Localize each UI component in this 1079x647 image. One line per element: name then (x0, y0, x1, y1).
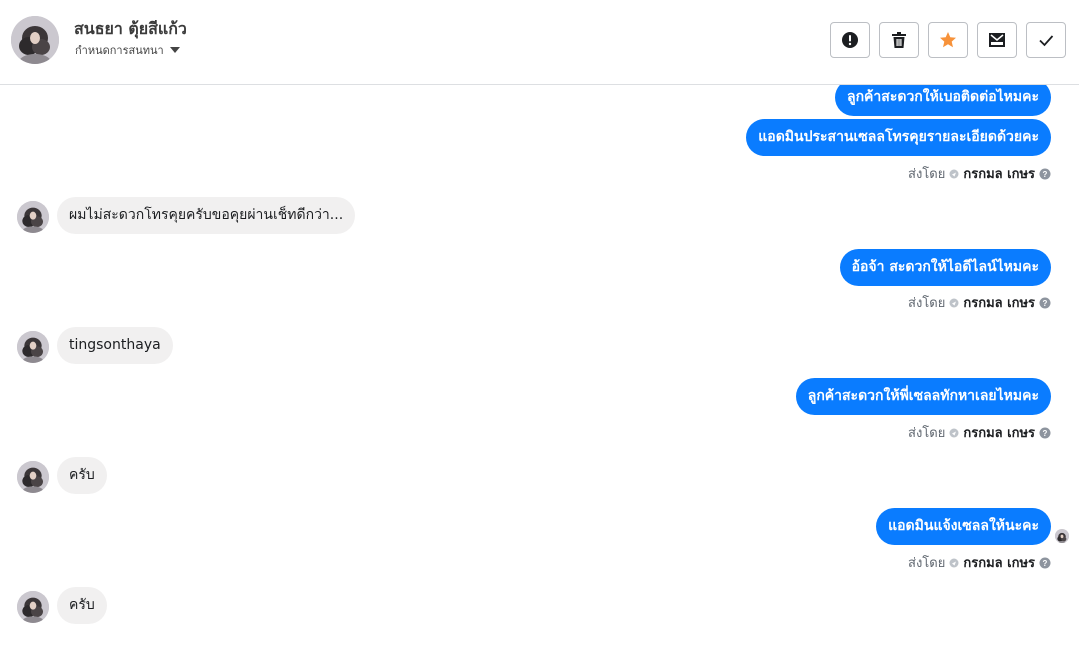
seen-avatar (1055, 529, 1069, 543)
page-badge-icon (949, 428, 959, 437)
sender-name[interactable]: กรกมล เกษร (963, 552, 1035, 573)
conversation-header: สนธยา ตุ้ยสีแก้ว กำหนดการสนทนา (0, 0, 1079, 85)
alert-icon (842, 32, 858, 48)
mark-done-button[interactable] (1026, 22, 1066, 58)
outgoing-message[interactable]: ลูกค้าสะดวกให้พี่เซลลทักหาเลยไหมคะ (795, 378, 1051, 415)
sender-avatar[interactable] (17, 461, 49, 493)
incoming-message[interactable]: ครับ (57, 587, 107, 624)
sender-avatar[interactable] (17, 331, 49, 363)
incoming-message[interactable]: tingsonthaya (57, 327, 173, 364)
svg-text:?: ? (1043, 429, 1048, 438)
page-badge-icon (949, 558, 959, 567)
sent-by-label: ส่งโดย (908, 426, 946, 441)
sender-avatar[interactable] (17, 591, 49, 623)
delete-button[interactable] (879, 22, 919, 58)
contact-name[interactable]: สนธยา ตุ้ยสีแก้ว (74, 17, 187, 42)
incoming-message[interactable]: ผมไม่สะดวกโทรคุยครับขอคุยผ่านเช็ทดีกว่า.… (57, 197, 356, 234)
sent-by-info: ส่งโดย กรกมล เกษร ? (908, 292, 1051, 313)
help-icon[interactable]: ? (1039, 168, 1051, 180)
conversation-settings-dropdown[interactable]: กำหนดการสนทนา (75, 41, 180, 59)
sent-by-info: ส่งโดย กรกมล เกษร ? (908, 552, 1051, 573)
sent-by-info: ส่งโดย กรกมล เกษร ? (908, 163, 1051, 184)
check-icon (1039, 35, 1054, 47)
conversation-toolbar (830, 22, 1066, 58)
spam-button[interactable] (830, 22, 870, 58)
mark-unread-button[interactable] (977, 22, 1017, 58)
sent-by-label: ส่งโดย (908, 296, 946, 311)
outgoing-message[interactable]: แอดมินประสานเซลลโทรคุยรายละเอียดด้วยคะ (746, 119, 1051, 156)
conversation-settings-label: กำหนดการสนทนา (75, 44, 164, 57)
sent-by-label: ส่งโดย (908, 167, 946, 182)
help-icon[interactable]: ? (1039, 427, 1051, 439)
star-button[interactable] (928, 22, 968, 58)
sender-avatar[interactable] (17, 201, 49, 233)
contact-avatar[interactable] (11, 16, 59, 64)
svg-text:?: ? (1043, 170, 1048, 179)
sent-by-info: ส่งโดย กรกมล เกษร ? (908, 422, 1051, 443)
sent-by-label: ส่งโดย (908, 556, 946, 571)
help-icon[interactable]: ? (1039, 297, 1051, 309)
outgoing-message[interactable]: อ้อจ้า สะดวกให้ไอดีไลน์ไหมคะ (839, 249, 1051, 286)
page-badge-icon (949, 169, 959, 178)
mark-unread-icon (989, 33, 1005, 47)
star-icon (940, 32, 956, 48)
message-thread[interactable]: ลูกค้าสะดวกให้เบอติดต่อไหมคะ แอดมินประสา… (0, 85, 1079, 647)
outgoing-message[interactable]: แอดมินแจ้งเซลลให้นะคะ (876, 508, 1051, 545)
svg-text:?: ? (1043, 559, 1048, 568)
sender-name[interactable]: กรกมล เกษร (963, 163, 1035, 184)
sender-name[interactable]: กรกมล เกษร (963, 292, 1035, 313)
sender-name[interactable]: กรกมล เกษร (963, 422, 1035, 443)
outgoing-message[interactable]: ลูกค้าสะดวกให้เบอติดต่อไหมคะ (835, 85, 1051, 116)
incoming-message[interactable]: ครับ (57, 457, 107, 494)
trash-icon (892, 32, 906, 48)
help-icon[interactable]: ? (1039, 557, 1051, 569)
page-badge-icon (949, 298, 959, 307)
svg-text:?: ? (1043, 299, 1048, 308)
caret-down-icon (169, 47, 180, 53)
